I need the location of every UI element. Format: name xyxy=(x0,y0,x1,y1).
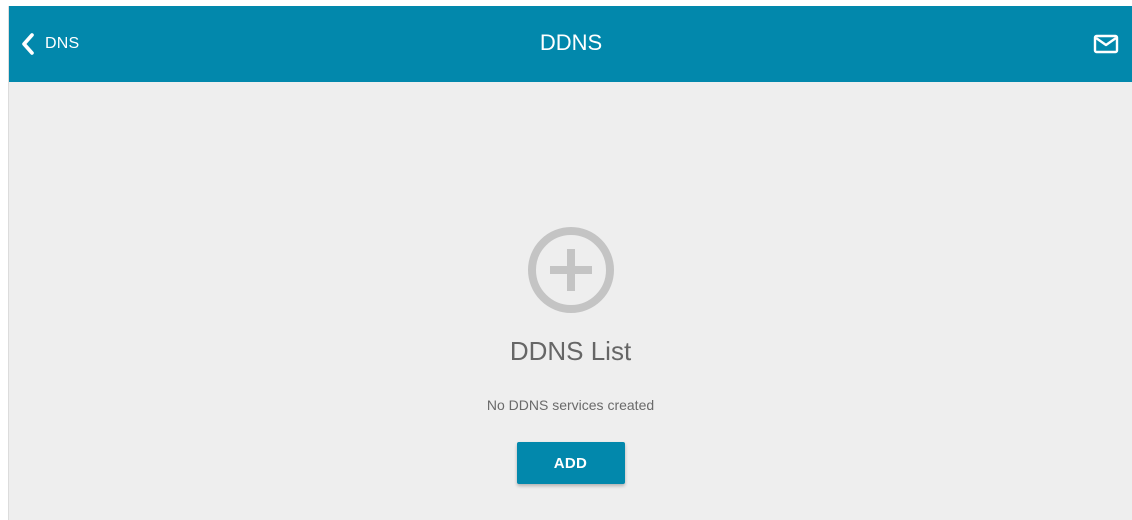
top-bar: DNS DDNS xyxy=(9,6,1132,82)
ddns-list-title: DDNS List xyxy=(509,336,632,366)
page-title: DDNS xyxy=(539,30,603,55)
add-circle-icon[interactable] xyxy=(525,224,617,316)
back-label: DNS xyxy=(45,35,80,52)
add-button[interactable]: ADD xyxy=(516,442,625,484)
mail-icon xyxy=(1093,32,1119,56)
back-link[interactable]: DNS xyxy=(21,29,79,59)
chevron-left-icon xyxy=(21,33,35,55)
ddns-empty-state: DDNS List No DDNS services created ADD xyxy=(9,224,1132,484)
empty-message: No DDNS services created xyxy=(486,397,655,413)
app-frame: DNS DDNS DDNS List No DDNS services crea… xyxy=(8,6,1132,520)
notifications-button[interactable] xyxy=(1093,32,1119,56)
